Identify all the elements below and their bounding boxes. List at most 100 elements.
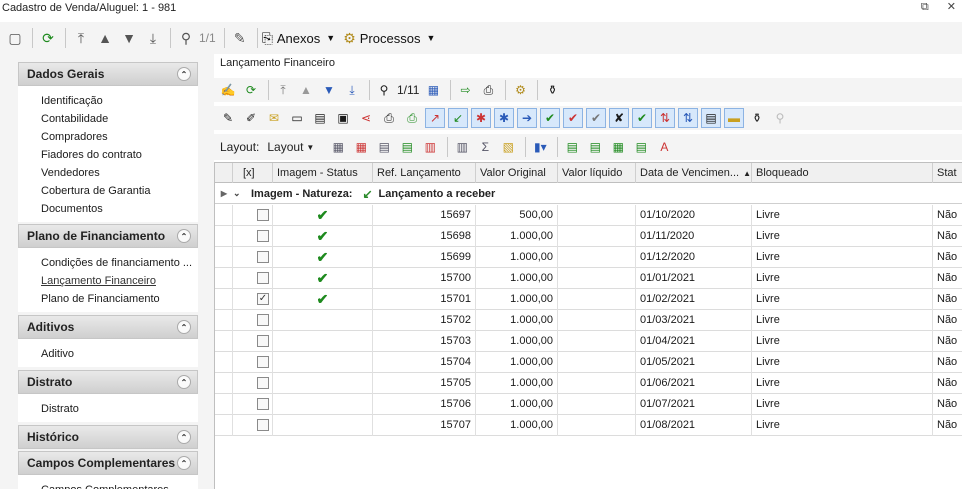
nav-item-plano-financiamento[interactable]: Plano de Financiamento — [41, 290, 198, 308]
nav-group-header[interactable]: Plano de Financiamento ⌃ — [18, 224, 198, 248]
row-checkbox[interactable] — [257, 272, 269, 284]
row-checkbox[interactable] — [257, 398, 269, 410]
pencil-icon[interactable]: ✎ — [218, 108, 238, 128]
nav-item-vendedores[interactable]: Vendedores — [41, 164, 198, 182]
restore-icon[interactable]: ⧉ — [921, 0, 929, 15]
picture-icon[interactable]: ▧ — [498, 137, 518, 157]
edit-icon[interactable]: ✍ — [218, 80, 238, 100]
column-header-data-vencimento[interactable]: Data de Vencimen... ▲ — [636, 163, 752, 183]
nav-group-header[interactable]: Aditivos ⌃ — [18, 315, 198, 339]
refresh-icon[interactable]: ⟳ — [241, 80, 261, 100]
table-row[interactable]: 15703 1.000,00 01/04/2021 Livre Não — [215, 331, 962, 352]
collapse-icon[interactable]: ⌃ — [177, 229, 191, 243]
nav-group-header[interactable]: Campos Complementares ⌃ — [18, 451, 198, 475]
x-icon[interactable]: ✘ — [609, 108, 629, 128]
collapse-icon[interactable]: ⌃ — [177, 456, 191, 470]
sort-icon[interactable]: ⇅ — [655, 108, 675, 128]
text-icon[interactable]: A — [654, 137, 674, 157]
next-record-icon[interactable]: ▼ — [118, 27, 140, 49]
row-checkbox[interactable] — [257, 356, 269, 368]
collapse-icon[interactable]: ⌃ — [177, 67, 191, 81]
find-icon[interactable]: ⚲ — [374, 80, 394, 100]
grid-list-icon[interactable]: ▤ — [374, 137, 394, 157]
process-icon[interactable]: ⚙ — [510, 80, 530, 100]
nav-item-documentos[interactable]: Documentos — [41, 200, 198, 218]
highlight-icon[interactable]: ▬ — [724, 108, 744, 128]
column-header-ref-lancamento[interactable]: Ref. Lançamento — [373, 163, 476, 183]
envelope-icon[interactable]: ✉ — [264, 108, 284, 128]
table-row[interactable]: ✔ 15698 1.000,00 01/11/2020 Livre Não — [215, 226, 962, 247]
refresh-icon[interactable]: ⟳ — [37, 27, 59, 49]
nav-item-lancamento-financeiro[interactable]: Lançamento Financeiro — [41, 272, 198, 290]
arrow-up-red-icon[interactable]: ↗ — [425, 108, 445, 128]
nav-item-aditivo[interactable]: Aditivo — [41, 345, 198, 363]
column-header-valor-original[interactable]: Valor Original — [476, 163, 558, 183]
green-grid-3-icon[interactable]: ▦ — [608, 137, 628, 157]
print-icon[interactable]: ⎙ — [478, 80, 498, 100]
group-row[interactable]: ▶ ⌄ Imagem - Natureza: ↙ Lançamento a re… — [215, 184, 962, 204]
nav-item-compradores[interactable]: Compradores — [41, 128, 198, 146]
new-document-icon[interactable]: ▢ — [4, 27, 26, 49]
grid-delete-icon[interactable]: ▦ — [351, 137, 371, 157]
row-checkbox[interactable] — [257, 230, 269, 242]
chevron-down-icon[interactable]: ⌄ — [233, 188, 251, 199]
register-icon[interactable]: ▣ — [333, 108, 353, 128]
row-checkbox[interactable] — [257, 419, 269, 431]
sum-icon[interactable]: Σ — [475, 137, 495, 157]
table-row[interactable]: ✓ ✔ 15701 1.000,00 01/02/2021 Livre Não — [215, 289, 962, 310]
nav-item-distrato[interactable]: Distrato — [41, 400, 198, 418]
asterisk-blue-icon[interactable]: ✱ — [494, 108, 514, 128]
previous-icon[interactable]: ▲ — [296, 80, 316, 100]
green-grid-4-icon[interactable]: ▤ — [631, 137, 651, 157]
row-checkbox[interactable] — [257, 377, 269, 389]
edit-pen-icon[interactable]: ✎ — [229, 27, 251, 49]
asterisk-red-icon[interactable]: ✱ — [471, 108, 491, 128]
collapse-icon[interactable]: ⌃ — [177, 430, 191, 444]
nav-item-fiadores[interactable]: Fiadores do contrato — [41, 146, 198, 164]
share-icon[interactable]: ⋖ — [356, 108, 376, 128]
anexos-menu[interactable]: ⎘ Anexos ▼ — [262, 30, 336, 47]
close-icon[interactable]: ✕ — [947, 0, 956, 15]
column-header-imagem-status[interactable]: Imagem - Status — [273, 163, 373, 183]
column-header-valor-liquido[interactable]: Valor líquido — [558, 163, 636, 183]
column-header-stat[interactable]: Stat — [933, 163, 962, 183]
grid-icon[interactable]: ▦ — [328, 137, 348, 157]
first-record-icon[interactable]: ⤒ — [70, 27, 92, 49]
table-row[interactable]: 15705 1.000,00 01/06/2021 Livre Não — [215, 373, 962, 394]
grid-down-icon[interactable]: ▤ — [397, 137, 417, 157]
filter-alt-icon[interactable]: ⚱ — [747, 108, 767, 128]
export-icon[interactable]: ⇨ — [455, 80, 475, 100]
arrow-right-blue-icon[interactable]: ➔ — [517, 108, 537, 128]
table-row[interactable]: ✔ 15697 500,00 01/10/2020 Livre Não — [215, 205, 962, 226]
filter-icon[interactable]: ⚱ — [542, 80, 562, 100]
nav-item-cobertura-garantia[interactable]: Cobertura de Garantia — [41, 182, 198, 200]
green-grid-2-icon[interactable]: ▤ — [585, 137, 605, 157]
processos-menu[interactable]: ⚙ Processos ▼ — [343, 30, 435, 47]
binoculars-icon[interactable]: ⚲ — [175, 27, 197, 49]
calendar-icon[interactable]: ▦ — [423, 80, 443, 100]
first-icon[interactable]: ⤒ — [273, 80, 293, 100]
green-grid-icon[interactable]: ▤ — [562, 137, 582, 157]
nav-item-campos-complementares[interactable]: Campos Complementares — [41, 481, 198, 489]
pencil-alt-icon[interactable]: ✐ — [241, 108, 261, 128]
table-row[interactable]: ✔ 15700 1.000,00 01/01/2021 Livre Não — [215, 268, 962, 289]
row-checkbox[interactable] — [257, 209, 269, 221]
column-header-select[interactable]: [x] — [233, 163, 273, 183]
check-gray-icon[interactable]: ✔ — [586, 108, 606, 128]
table-row[interactable]: 15704 1.000,00 01/05/2021 Livre Não — [215, 352, 962, 373]
next-icon[interactable]: ▼ — [319, 80, 339, 100]
sort-alt-icon[interactable]: ⇅ — [678, 108, 698, 128]
nav-group-header[interactable]: Histórico ⌃ — [18, 425, 198, 449]
check-money-icon[interactable]: ✔ — [632, 108, 652, 128]
nav-group-header[interactable]: Distrato ⌃ — [18, 370, 198, 394]
previous-record-icon[interactable]: ▲ — [94, 27, 116, 49]
printer-icon[interactable]: ⎙ — [379, 108, 399, 128]
table-row[interactable]: ✔ 15699 1.000,00 01/12/2020 Livre Não — [215, 247, 962, 268]
columns-icon[interactable]: ▥ — [452, 137, 472, 157]
collapse-icon[interactable]: ⌃ — [177, 375, 191, 389]
table-row[interactable]: 15707 1.000,00 01/08/2021 Livre Não — [215, 415, 962, 436]
row-checkbox[interactable] — [257, 251, 269, 263]
stamp-icon[interactable]: ▤ — [310, 108, 330, 128]
check-green-icon[interactable]: ✔ — [540, 108, 560, 128]
printer-green-icon[interactable]: ⎙ — [402, 108, 422, 128]
